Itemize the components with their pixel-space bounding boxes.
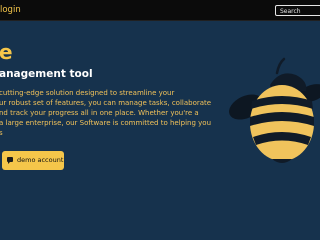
login-link[interactable]: login xyxy=(0,4,21,16)
demo-account-button[interactable]: demo account xyxy=(2,151,64,170)
bee-tail xyxy=(272,159,292,163)
bee-antenna xyxy=(275,57,286,75)
navbar: login Search xyxy=(0,0,320,21)
hero-description-line: ur robust set of features, you can manag… xyxy=(0,99,212,107)
hero-description-line: a large enterprise, our Software is comm… xyxy=(0,119,212,127)
chat-bubble-icon xyxy=(7,157,13,164)
hero-description-line: cutting-edge solution designed to stream… xyxy=(0,89,175,97)
hero-description-line: nd track your progress all in one place.… xyxy=(0,109,199,117)
search-input[interactable]: Search xyxy=(275,5,320,16)
bee-illustration xyxy=(229,57,320,163)
hero-description-line: s xyxy=(0,129,3,137)
page: login Search e anagement tool cutting-ed… xyxy=(0,0,320,240)
hero-description: cutting-edge solution designed to stream… xyxy=(0,88,234,138)
hero-title: e xyxy=(0,40,13,64)
demo-account-label: demo account xyxy=(17,156,64,164)
hero-subtitle: anagement tool xyxy=(0,68,93,80)
